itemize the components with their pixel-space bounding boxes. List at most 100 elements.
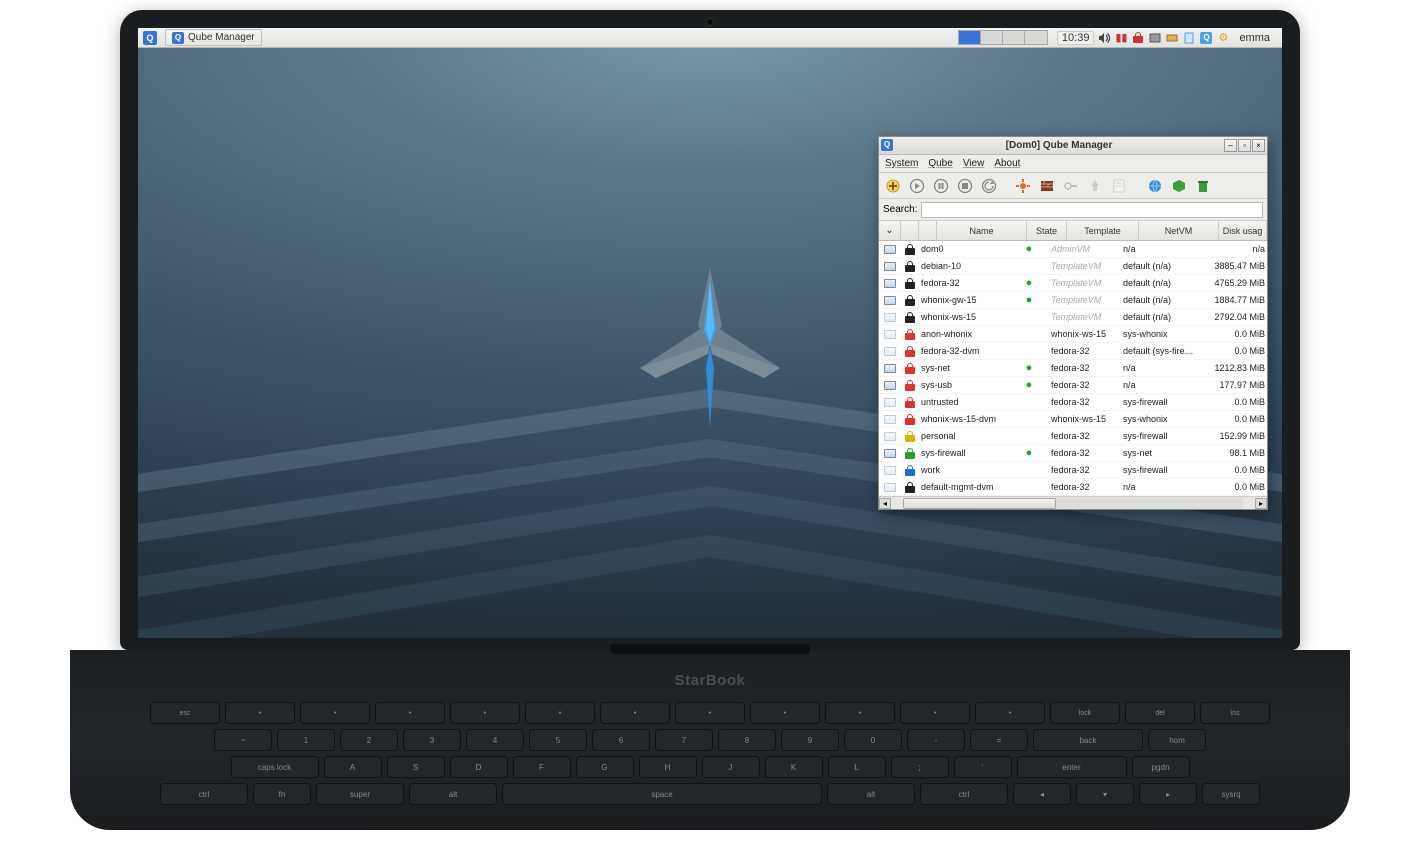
- qube-disk: 0.0 MiB: [1201, 414, 1267, 424]
- header-state[interactable]: State: [1027, 221, 1067, 240]
- devices-icon[interactable]: [1165, 31, 1179, 45]
- maximize-button[interactable]: ▫: [1238, 139, 1251, 152]
- table-row[interactable]: personalfedora-32sys-firewall152.99 MiB: [879, 428, 1267, 445]
- qube-netvm: n/a: [1121, 380, 1201, 390]
- header-template[interactable]: Template: [1067, 221, 1139, 240]
- monitor-icon: [879, 313, 901, 322]
- log-button[interactable]: [1109, 176, 1129, 196]
- qube-netvm: n/a: [1121, 482, 1201, 492]
- table-row[interactable]: whonix-gw-15●TemplateVMdefault (n/a)1884…: [879, 292, 1267, 309]
- settings-button[interactable]: [1013, 176, 1033, 196]
- searchbar: Search:: [879, 199, 1267, 221]
- qube-netvm: sys-firewall: [1121, 431, 1201, 441]
- header-icon1[interactable]: [901, 221, 919, 240]
- qube-template: fedora-32: [1049, 346, 1121, 356]
- keys-button[interactable]: [1061, 176, 1081, 196]
- table-row[interactable]: anon-whonixwhonix-ws-15sys-whonix0.0 MiB: [879, 326, 1267, 343]
- header-disk[interactable]: Disk usag: [1219, 221, 1267, 240]
- qubes-tray-icon[interactable]: Q: [1199, 31, 1213, 45]
- search-input[interactable]: [921, 202, 1263, 218]
- table-row[interactable]: whonix-ws-15-dvmwhonix-ws-15sys-whonix0.…: [879, 411, 1267, 428]
- workspace-3[interactable]: [1003, 31, 1025, 44]
- table-row[interactable]: fedora-32-dvmfedora-32default (sys-firew…: [879, 343, 1267, 360]
- monitor-icon: [879, 483, 901, 492]
- lock-icon: [901, 482, 919, 493]
- clock[interactable]: 10:39: [1057, 31, 1095, 45]
- pause-button[interactable]: [931, 176, 951, 196]
- table-row[interactable]: sys-usb●fedora-32n/a177.97 MiB: [879, 377, 1267, 394]
- table-row[interactable]: untrustedfedora-32sys-firewall0.0 MiB: [879, 394, 1267, 411]
- qube-disk: n/a: [1201, 244, 1267, 254]
- qube-disk: 0.0 MiB: [1201, 465, 1267, 475]
- table-row[interactable]: sys-firewall●fedora-32sys-net98.1 MiB: [879, 445, 1267, 462]
- workspace-2[interactable]: [981, 31, 1003, 44]
- lock-icon: [901, 363, 919, 374]
- qube-disk: 3885.47 MiB: [1201, 261, 1267, 271]
- volume-icon[interactable]: [1097, 31, 1111, 45]
- workspace-switcher[interactable]: [958, 30, 1048, 45]
- horizontal-scrollbar[interactable]: ◂ ▸: [879, 496, 1267, 509]
- header-name[interactable]: Name: [937, 221, 1027, 240]
- scroll-thumb[interactable]: [903, 498, 1056, 509]
- stop-button[interactable]: [955, 176, 975, 196]
- firewall-button[interactable]: [1037, 176, 1057, 196]
- table-row[interactable]: dom0●AdminVMn/an/a: [879, 241, 1267, 258]
- monitor-icon: [879, 432, 901, 441]
- qube-disk: 177.97 MiB: [1201, 380, 1267, 390]
- table-row[interactable]: default-mgmt-dvmfedora-32n/a0.0 MiB: [879, 479, 1267, 496]
- table-row[interactable]: whonix-ws-15TemplateVMdefault (n/a)2792.…: [879, 309, 1267, 326]
- titlebar[interactable]: Q [Dom0] Qube Manager – ▫ ×: [879, 137, 1267, 155]
- template-button[interactable]: [1169, 176, 1189, 196]
- table-row[interactable]: debian-10TemplateVMdefault (n/a)3885.47 …: [879, 258, 1267, 275]
- lock-icon: [901, 431, 919, 442]
- qubes-menu-button[interactable]: Q: [138, 29, 162, 47]
- trash-button[interactable]: [1193, 176, 1213, 196]
- header-icon2[interactable]: [919, 221, 937, 240]
- table-row[interactable]: workfedora-32sys-firewall0.0 MiB: [879, 462, 1267, 479]
- monitor-icon: [879, 262, 901, 271]
- start-button[interactable]: [907, 176, 927, 196]
- taskbar-app-button[interactable]: Q Qube Manager: [165, 29, 262, 46]
- keyboard: esc•••••••••••lockdelins ~1234567890-=ba…: [150, 702, 1270, 810]
- qube-netvm: n/a: [1121, 363, 1201, 373]
- qube-name: dom0: [919, 244, 1009, 254]
- table-row[interactable]: sys-net●fedora-32n/a1212.83 MiB: [879, 360, 1267, 377]
- close-button[interactable]: ×: [1252, 139, 1265, 152]
- scroll-track[interactable]: [903, 498, 1243, 509]
- scroll-right-arrow[interactable]: ▸: [1255, 498, 1267, 509]
- qube-state: ●: [1009, 294, 1049, 306]
- restart-button[interactable]: [979, 176, 999, 196]
- workspace-4[interactable]: [1025, 31, 1047, 44]
- lock-icon: [901, 465, 919, 476]
- menu-about[interactable]: About: [994, 158, 1020, 169]
- qube-netvm: default (n/a): [1121, 312, 1201, 322]
- qubes-icon: Q: [172, 32, 184, 44]
- workspace-1[interactable]: [959, 31, 981, 44]
- qube-name: sys-net: [919, 363, 1009, 373]
- qube-disk: 0.0 MiB: [1201, 346, 1267, 356]
- header-expand[interactable]: ⌄: [879, 221, 901, 240]
- minimize-button[interactable]: –: [1224, 139, 1237, 152]
- menu-system[interactable]: System: [885, 158, 918, 169]
- disk-icon[interactable]: [1148, 31, 1162, 45]
- clipboard-icon[interactable]: [1182, 31, 1196, 45]
- qube-netvm: default (n/a): [1121, 261, 1201, 271]
- settings-icon[interactable]: ⚙: [1216, 31, 1230, 45]
- scroll-left-arrow[interactable]: ◂: [879, 498, 891, 509]
- qube-state: ●: [1009, 362, 1049, 374]
- top-panel: Q Q Qube Manager 10:39: [138, 28, 1282, 48]
- qube-name: anon-whonix: [919, 329, 1009, 339]
- header-netvm[interactable]: NetVM: [1139, 221, 1219, 240]
- qube-template: fedora-32: [1049, 380, 1121, 390]
- menu-qube[interactable]: Qube: [928, 158, 952, 169]
- user-label[interactable]: emma: [1233, 32, 1276, 44]
- monitor-icon: [879, 466, 901, 475]
- network-icon[interactable]: ▮▮: [1114, 31, 1128, 45]
- lock-tray-icon[interactable]: [1131, 31, 1145, 45]
- globe-button[interactable]: [1145, 176, 1165, 196]
- table-row[interactable]: fedora-32●TemplateVMdefault (n/a)4765.29…: [879, 275, 1267, 292]
- update-button[interactable]: [1085, 176, 1105, 196]
- new-qube-button[interactable]: [883, 176, 903, 196]
- menu-view[interactable]: View: [963, 158, 985, 169]
- screen: Q Q Qube Manager 10:39: [138, 28, 1282, 638]
